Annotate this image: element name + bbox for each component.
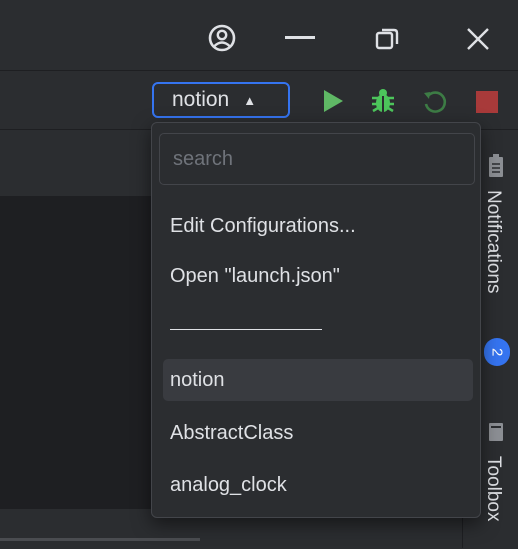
title-bar — [0, 0, 518, 71]
run-config-popup: Edit Configurations... Open "launch.json… — [151, 122, 481, 518]
config-search-input[interactable] — [159, 133, 475, 185]
notifications-icon[interactable] — [486, 152, 506, 180]
run-config-label: notion — [172, 88, 230, 111]
config-item-abstractclass[interactable]: AbstractClass — [163, 412, 473, 454]
stop-icon[interactable] — [474, 89, 500, 115]
edit-configurations-item[interactable]: Edit Configurations... — [163, 205, 473, 247]
open-launch-json-item[interactable]: Open "launch.json" — [163, 255, 473, 297]
debug-icon[interactable] — [369, 86, 397, 116]
config-item-analog-clock[interactable]: analog_clock — [163, 464, 473, 506]
rerun-icon[interactable] — [421, 88, 449, 116]
toolbox-tab-label[interactable]: Toolbox — [482, 456, 504, 522]
run-config-selector[interactable]: notion ▲ — [152, 82, 290, 118]
notifications-count-badge: 2 — [484, 338, 510, 366]
horizontal-scrollbar[interactable] — [0, 538, 200, 541]
account-icon[interactable] — [206, 22, 238, 54]
run-icon[interactable] — [320, 88, 346, 114]
restore-icon[interactable] — [371, 24, 403, 54]
menu-separator — [170, 329, 322, 330]
toolbox-icon[interactable] — [486, 420, 506, 444]
chevron-up-icon: ▲ — [243, 92, 257, 108]
config-item-notion[interactable]: notion — [163, 359, 473, 401]
minimize-icon[interactable] — [280, 28, 320, 48]
notifications-tab-label[interactable]: Notifications — [482, 190, 504, 294]
close-icon[interactable] — [462, 24, 494, 54]
